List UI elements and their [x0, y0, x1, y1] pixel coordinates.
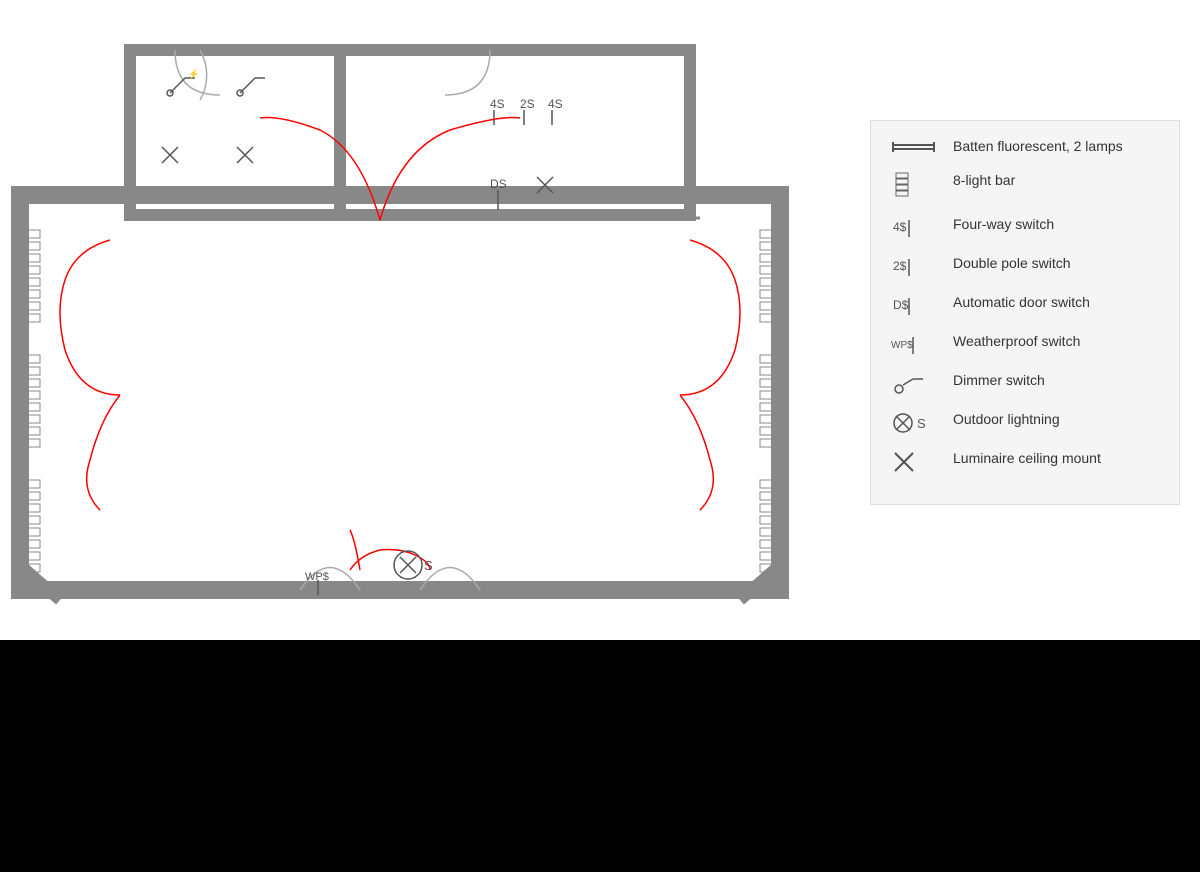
- legend-symbol-luminaire-ceiling-mount: [891, 449, 941, 474]
- legend-label-dimmer-switch: Dimmer switch: [953, 371, 1159, 389]
- legend-item-outdoor-lightning: S Outdoor lightning: [891, 410, 1159, 435]
- legend-item-dimmer-switch: Dimmer switch: [891, 371, 1159, 396]
- legend-item-four-way-switch: 4$ Four-way switch: [891, 215, 1159, 240]
- legend-item-automatic-door-switch: D$ Automatic door switch: [891, 293, 1159, 318]
- legend-symbol-automatic-door-switch: D$: [891, 293, 941, 318]
- svg-text:WP$: WP$: [305, 571, 329, 583]
- black-bar: [0, 640, 1200, 872]
- svg-text:WP$: WP$: [891, 340, 913, 351]
- legend-item-batten-fluorescent: Batten fluorescent, 2 lamps: [891, 137, 1159, 157]
- legend-item-double-pole-switch: 2$ Double pole switch: [891, 254, 1159, 279]
- legend-label-four-way-switch: Four-way switch: [953, 215, 1159, 233]
- svg-text:S: S: [424, 558, 433, 573]
- legend-symbol-dimmer-switch: [891, 371, 941, 396]
- legend-symbol-four-way-switch: 4$: [891, 215, 941, 240]
- legend-item-8-light-bar: 8-light bar: [891, 171, 1159, 201]
- legend-item-weatherproof-switch: WP$ Weatherproof switch: [891, 332, 1159, 357]
- legend-symbol-weatherproof-switch: WP$: [891, 332, 941, 357]
- legend-label-double-pole-switch: Double pole switch: [953, 254, 1159, 272]
- legend-panel: Batten fluorescent, 2 lamps 8-light bar …: [870, 120, 1180, 505]
- svg-text:4S: 4S: [548, 97, 563, 111]
- legend-label-batten-fluorescent: Batten fluorescent, 2 lamps: [953, 137, 1159, 155]
- svg-text:4S: 4S: [490, 97, 505, 111]
- legend-symbol-batten-fluorescent: [891, 137, 941, 157]
- svg-text:2S: 2S: [520, 97, 535, 111]
- legend-label-luminaire-ceiling-mount: Luminaire ceiling mount: [953, 449, 1159, 467]
- legend-symbol-outdoor-lightning: S: [891, 410, 941, 435]
- svg-text:S: S: [917, 416, 926, 431]
- legend-label-8-light-bar: 8-light bar: [953, 171, 1159, 189]
- legend-symbol-double-pole-switch: 2$: [891, 254, 941, 279]
- svg-text:D$: D$: [893, 298, 909, 312]
- svg-text:⚡: ⚡: [188, 68, 199, 80]
- legend-label-automatic-door-switch: Automatic door switch: [953, 293, 1159, 311]
- legend-symbol-8-light-bar: [891, 171, 941, 201]
- legend-label-weatherproof-switch: Weatherproof switch: [953, 332, 1159, 350]
- legend-item-luminaire-ceiling-mount: Luminaire ceiling mount: [891, 449, 1159, 474]
- svg-text:4$: 4$: [893, 220, 907, 234]
- svg-text:2$: 2$: [893, 259, 907, 273]
- svg-text:DS: DS: [490, 177, 507, 191]
- legend-label-outdoor-lightning: Outdoor lightning: [953, 410, 1159, 428]
